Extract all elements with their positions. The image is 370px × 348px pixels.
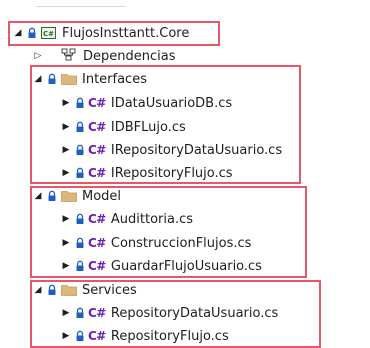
tree-item-file[interactable]: ▶ C# IDBFLujo.cs xyxy=(60,116,186,138)
csharp-file-icon: C# xyxy=(88,143,106,157)
file-label: GuardarFlujoUsuario.cs xyxy=(110,258,262,274)
tree-item-file[interactable]: ▶ C# RepositoryDataUsuario.cs xyxy=(60,302,279,324)
triangle-right-icon[interactable]: ▶ xyxy=(60,331,72,341)
padlock-icon xyxy=(74,121,86,133)
tree-item-file[interactable]: ▶ C# ConstruccionFlujos.cs xyxy=(60,232,252,254)
csharp-file-icon: C# xyxy=(88,96,106,110)
triangle-down-icon[interactable]: ◢ xyxy=(32,285,44,295)
folder-icon xyxy=(61,190,77,202)
file-label: Audittoria.cs xyxy=(110,211,193,227)
triangle-right-icon[interactable]: ▶ xyxy=(60,145,72,155)
tree-item-folder-services[interactable]: ◢ Services xyxy=(32,279,137,301)
file-label: RepositoryDataUsuario.cs xyxy=(110,305,279,321)
scroll-edge-line xyxy=(36,0,126,7)
file-label: RepositoryFlujo.cs xyxy=(110,328,229,344)
tree-item-file[interactable]: ▶ C# IRepositoryFlujo.cs xyxy=(60,162,233,184)
padlock-icon xyxy=(46,284,58,296)
triangle-down-icon[interactable]: ◢ xyxy=(32,191,44,201)
padlock-icon xyxy=(74,260,86,272)
folder-label: Services xyxy=(82,282,137,298)
csharp-file-icon: C# xyxy=(88,120,106,134)
dependencies-label: Dependencias xyxy=(83,48,176,64)
folder-label: Interfaces xyxy=(82,71,147,87)
tree-item-project[interactable]: ◢ C# FlujosInsttantt.Core xyxy=(12,22,190,44)
triangle-right-icon[interactable]: ▶ xyxy=(60,168,72,178)
padlock-icon xyxy=(74,167,86,179)
file-label: IRepositoryFlujo.cs xyxy=(110,165,233,181)
padlock-icon xyxy=(74,144,86,156)
tree-item-folder-model[interactable]: ◢ Model xyxy=(32,185,122,207)
tree-item-file[interactable]: ▶ C# IDataUsuarioDB.cs xyxy=(60,92,233,114)
padlock-icon xyxy=(46,190,58,202)
triangle-right-icon[interactable]: ▶ xyxy=(60,214,72,224)
folder-label: Model xyxy=(82,188,122,204)
file-label: IRepositoryDataUsuario.cs xyxy=(110,142,283,158)
tree-item-dependencies[interactable]: ▷ Dependencias xyxy=(32,45,176,67)
padlock-icon xyxy=(74,237,86,249)
triangle-right-icon[interactable]: ▶ xyxy=(60,98,72,108)
file-label: IDataUsuarioDB.cs xyxy=(110,95,233,111)
tree-item-file[interactable]: ▶ C# GuardarFlujoUsuario.cs xyxy=(60,255,262,277)
tree-item-file[interactable]: ▶ C# IRepositoryDataUsuario.cs xyxy=(60,139,283,161)
triangle-right-icon[interactable]: ▷ xyxy=(32,51,44,61)
csharp-file-icon: C# xyxy=(88,166,106,180)
file-label: IDBFLujo.cs xyxy=(110,119,186,135)
dependencies-icon xyxy=(61,48,76,64)
csharp-file-icon: C# xyxy=(88,259,106,273)
triangle-down-icon[interactable]: ◢ xyxy=(12,28,24,38)
csharp-file-icon: C# xyxy=(88,306,106,320)
padlock-icon xyxy=(46,73,58,85)
csharp-file-icon: C# xyxy=(88,329,106,343)
triangle-right-icon[interactable]: ▶ xyxy=(60,238,72,248)
padlock-icon xyxy=(26,27,38,39)
csharp-file-icon: C# xyxy=(88,212,106,226)
file-label: ConstruccionFlujos.cs xyxy=(110,235,252,251)
csharp-file-icon: C# xyxy=(88,236,106,250)
padlock-icon xyxy=(74,213,86,225)
folder-icon xyxy=(61,284,77,296)
triangle-right-icon[interactable]: ▶ xyxy=(60,122,72,132)
triangle-right-icon[interactable]: ▶ xyxy=(60,308,72,318)
tree-item-file[interactable]: ▶ C# RepositoryFlujo.cs xyxy=(60,325,229,347)
folder-icon xyxy=(61,73,77,85)
triangle-down-icon[interactable]: ◢ xyxy=(32,74,44,84)
tree-item-folder-interfaces[interactable]: ◢ Interfaces xyxy=(32,68,147,90)
padlock-icon xyxy=(74,330,86,342)
triangle-right-icon[interactable]: ▶ xyxy=(60,261,72,271)
padlock-icon xyxy=(74,307,86,319)
csharp-project-icon: C# xyxy=(41,27,56,39)
project-name: FlujosInsttantt.Core xyxy=(62,25,190,41)
padlock-icon xyxy=(74,97,86,109)
tree-item-file[interactable]: ▶ C# Audittoria.cs xyxy=(60,208,193,230)
